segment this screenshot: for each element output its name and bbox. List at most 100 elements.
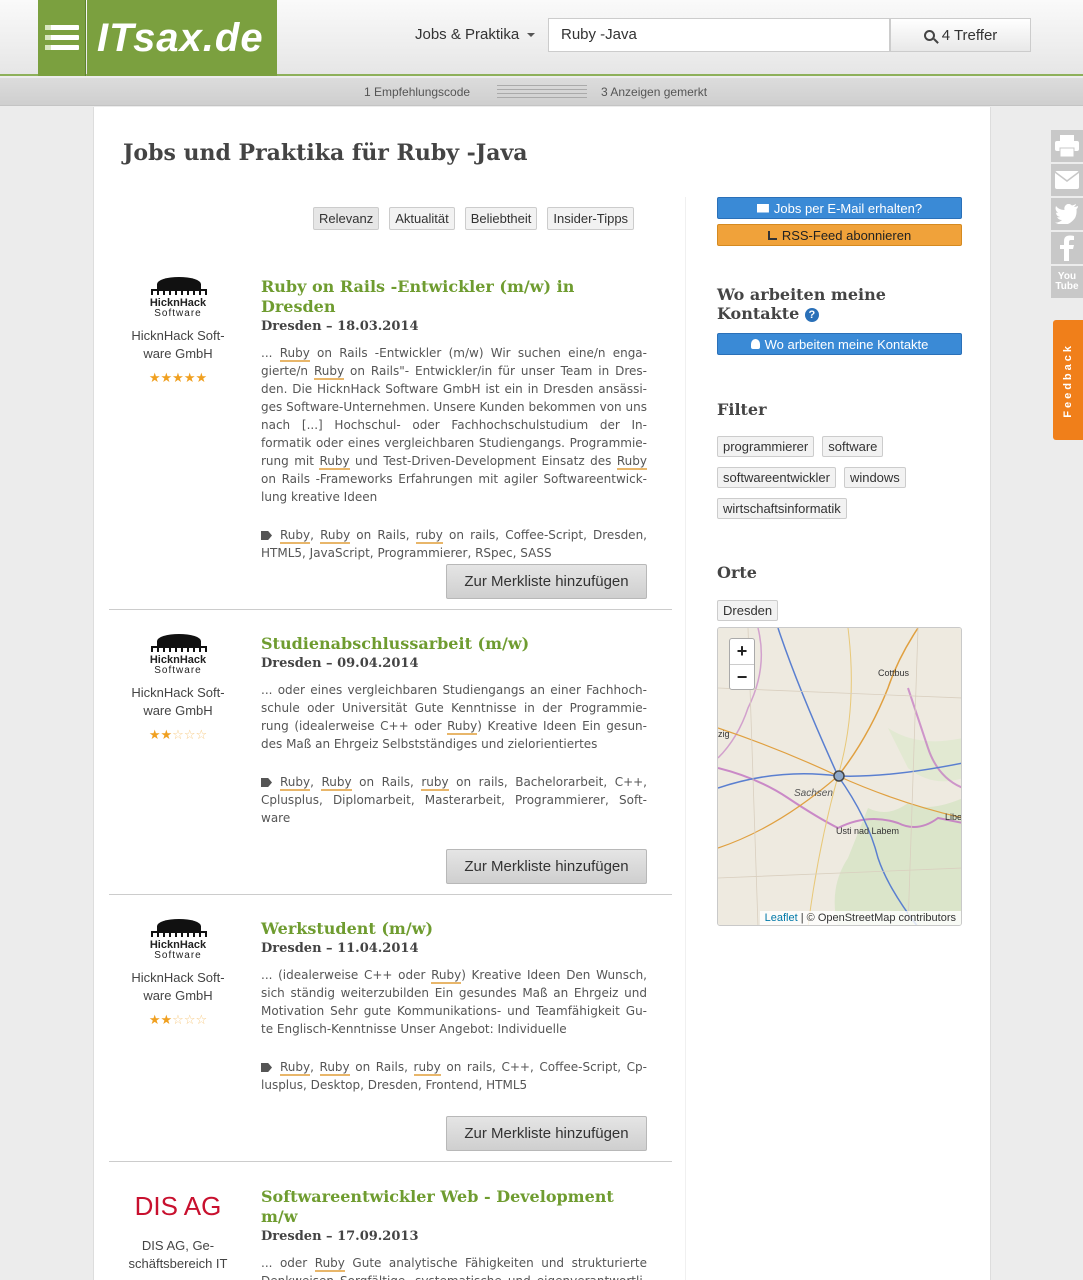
add-to-watchlist-button[interactable]: Zur Merkliste hinzufügen — [446, 564, 647, 599]
zoom-out-button[interactable]: − — [730, 664, 754, 689]
leaflet-link[interactable]: Leaflet — [765, 912, 798, 924]
job-title-link[interactable]: Softwareentwickler Web - Development m/w — [261, 1187, 647, 1227]
sort-tabs: Relevanz Aktualität Beliebtheit Insider-… — [313, 207, 635, 230]
menu-icon — [44, 25, 79, 51]
site-logo[interactable]: ITsax.de — [87, 0, 277, 76]
job-location-date: Dresden – 11.04.2014 — [261, 941, 419, 956]
tags-icon — [261, 778, 272, 787]
company-logo[interactable]: HicknHack Software — [149, 277, 207, 321]
job-title-link[interactable]: Ruby on Rails -Entwickler (m/w) in Dresd… — [261, 277, 647, 317]
job-tags: Ruby, Ruby on Rails, ruby on rails, Bach… — [261, 775, 647, 825]
filter-chip[interactable]: wirtschaftsinformatik — [717, 498, 847, 519]
tab-aktualitaet[interactable]: Aktualität — [389, 207, 455, 230]
job-location-date: Dresden – 09.04.2014 — [261, 656, 419, 671]
sidebar: Jobs per E-Mail erhalten? RSS-Feed abonn… — [717, 197, 962, 926]
location-chip[interactable]: Dresden — [717, 600, 779, 621]
job-listing: DIS AG DIS AG, Ge-schäftsbereich IT Soft… — [109, 1187, 672, 1280]
map-label: zig — [718, 729, 730, 739]
add-to-watchlist-button[interactable]: Zur Merkliste hinzufügen — [446, 1116, 647, 1151]
mail-icon[interactable] — [1051, 164, 1083, 196]
email-alert-label: Jobs per E-Mail erhalten? — [773, 200, 923, 216]
sub-bar: 1 Empfehlungscode 3 Anzeigen gemerkt — [0, 78, 1083, 106]
envelope-icon — [756, 203, 769, 213]
feedback-label: Feedback — [1062, 342, 1074, 418]
company-logo[interactable]: DIS AG — [109, 1191, 247, 1231]
company-name[interactable]: HicknHack Soft-ware GmbH — [109, 327, 247, 363]
job-description: ... oder eines vergleichbaren Studiengan… — [261, 683, 647, 751]
job-description: ... oder Ruby Gute analytische Fähigkeit… — [261, 1256, 647, 1280]
job-details: Ruby on Rails -Entwickler (m/w) in Dresd… — [261, 277, 647, 562]
help-icon[interactable]: ? — [804, 308, 819, 322]
company-name[interactable]: HicknHack Soft-ware GmbH — [109, 684, 247, 720]
job-title-link[interactable]: Werkstudent (m/w) — [261, 919, 647, 939]
rss-button[interactable]: RSS-Feed abonnieren — [717, 224, 962, 246]
map-label: Cottbus — [878, 668, 910, 678]
osm-link[interactable]: OpenStreetMap contributors — [818, 912, 956, 924]
filter-chip[interactable]: programmierer — [717, 436, 815, 457]
caret-down-icon — [527, 33, 536, 38]
filter-chip[interactable]: windows — [843, 467, 906, 488]
company-name[interactable]: HicknHack Soft-ware GmbH — [109, 969, 247, 1005]
feedback-tab[interactable]: Feedback — [1053, 320, 1083, 440]
twitter-icon[interactable] — [1051, 198, 1083, 230]
print-icon[interactable] — [1051, 130, 1083, 162]
company-logo[interactable]: HicknHack Software — [149, 634, 207, 678]
search-button-label: 4 Treffer — [941, 26, 998, 44]
menu-button[interactable] — [38, 0, 86, 76]
zoom-in-button[interactable]: + — [730, 639, 754, 664]
company-logo[interactable]: HicknHack Software — [149, 919, 207, 963]
job-location-date: Dresden – 18.03.2014 — [261, 319, 419, 334]
contacts-button[interactable]: Wo arbeiten meine Kontakte — [717, 333, 962, 355]
divider — [109, 609, 672, 610]
job-title-link[interactable]: Studienabschlussarbeit (m/w) — [261, 634, 647, 654]
search-icon — [923, 29, 935, 41]
search-button[interactable]: 4 Treffer — [890, 18, 1031, 52]
job-details: Werkstudent (m/w) Dresden – 11.04.2014 .… — [261, 919, 647, 1094]
divider — [109, 894, 672, 895]
youtube-icon[interactable]: You Tube — [1051, 266, 1083, 298]
job-listing: HicknHack Software HicknHack Soft-ware Gm… — [109, 277, 672, 610]
filter-chip[interactable]: softwareentwickler — [717, 467, 836, 488]
contacts-button-label: Wo arbeiten meine Kontakte — [764, 336, 929, 352]
map-zoom-control: + − — [729, 638, 755, 690]
main-content: Jobs und Praktika für Ruby -Java Relevan… — [93, 107, 991, 1280]
tags-icon — [261, 1063, 272, 1072]
tab-beliebtheit[interactable]: Beliebtheit — [464, 207, 538, 230]
job-description: ... Ruby on Rails -Entwickler (m/w) Wir … — [261, 346, 647, 504]
social-bar: You Tube — [1051, 130, 1083, 300]
job-tags: Ruby, Ruby on Rails, ruby on rails, Coff… — [261, 528, 647, 560]
logo-text: ITsax.de — [97, 15, 264, 60]
add-to-watchlist-button[interactable]: Zur Merkliste hinzufügen — [446, 849, 647, 884]
job-tags: Ruby, Ruby on Rails, ruby on rails, C++,… — [261, 1060, 647, 1092]
company-info: HicknHack Software HicknHack Soft-ware Gm… — [109, 277, 247, 386]
filter-chip[interactable]: software — [822, 436, 884, 457]
category-dropdown[interactable]: Jobs & Praktika — [415, 26, 536, 43]
job-details: Studienabschlussarbeit (m/w) Dresden – 0… — [261, 634, 647, 827]
orte-heading: Orte — [717, 563, 757, 582]
rating-stars: ★★☆☆☆ — [148, 1013, 208, 1028]
rss-label: RSS-Feed abonnieren — [781, 227, 912, 243]
recommendation-code-link[interactable]: 1 Empfehlungscode — [364, 85, 470, 99]
email-alert-button[interactable]: Jobs per E-Mail erhalten? — [717, 197, 962, 219]
tab-relevanz[interactable]: Relevanz — [313, 207, 380, 230]
facebook-icon[interactable] — [1051, 232, 1083, 264]
rating-stars: ★★★★★ — [148, 371, 208, 386]
job-description: ... (idealerweise C++ oder Ruby) Kreativ… — [261, 968, 647, 1036]
company-name[interactable]: DIS AG, Ge-schäftsbereich IT — [109, 1237, 247, 1273]
user-icon — [750, 339, 760, 349]
map-label: Sachsen — [794, 788, 833, 799]
location-map[interactable]: Cottbus Sachsen Usti nad Labem zig Libe … — [717, 627, 962, 926]
tab-insider-tipps[interactable]: Insider-Tipps — [547, 207, 635, 230]
bookmarked-ads-link[interactable]: 3 Anzeigen gemerkt — [601, 85, 707, 99]
job-location-date: Dresden – 17.09.2013 — [261, 1229, 419, 1244]
company-info: HicknHack Software HicknHack Soft-ware Gm… — [109, 919, 247, 1028]
job-listing: HicknHack Software HicknHack Soft-ware Gm… — [109, 919, 672, 1162]
category-label: Jobs & Praktika — [415, 26, 520, 43]
search-input[interactable]: Ruby -Java — [548, 18, 890, 52]
filter-chips: programmierer software softwareentwickler… — [717, 436, 962, 529]
top-header: ITsax.de Jobs & Praktika Ruby -Java 4 Tr… — [0, 0, 1083, 76]
map-label: Libe — [945, 812, 962, 822]
page-title: Jobs und Praktika für Ruby -Java — [123, 140, 528, 166]
job-listing: HicknHack Software HicknHack Soft-ware Gm… — [109, 634, 672, 895]
rss-icon — [767, 230, 777, 240]
